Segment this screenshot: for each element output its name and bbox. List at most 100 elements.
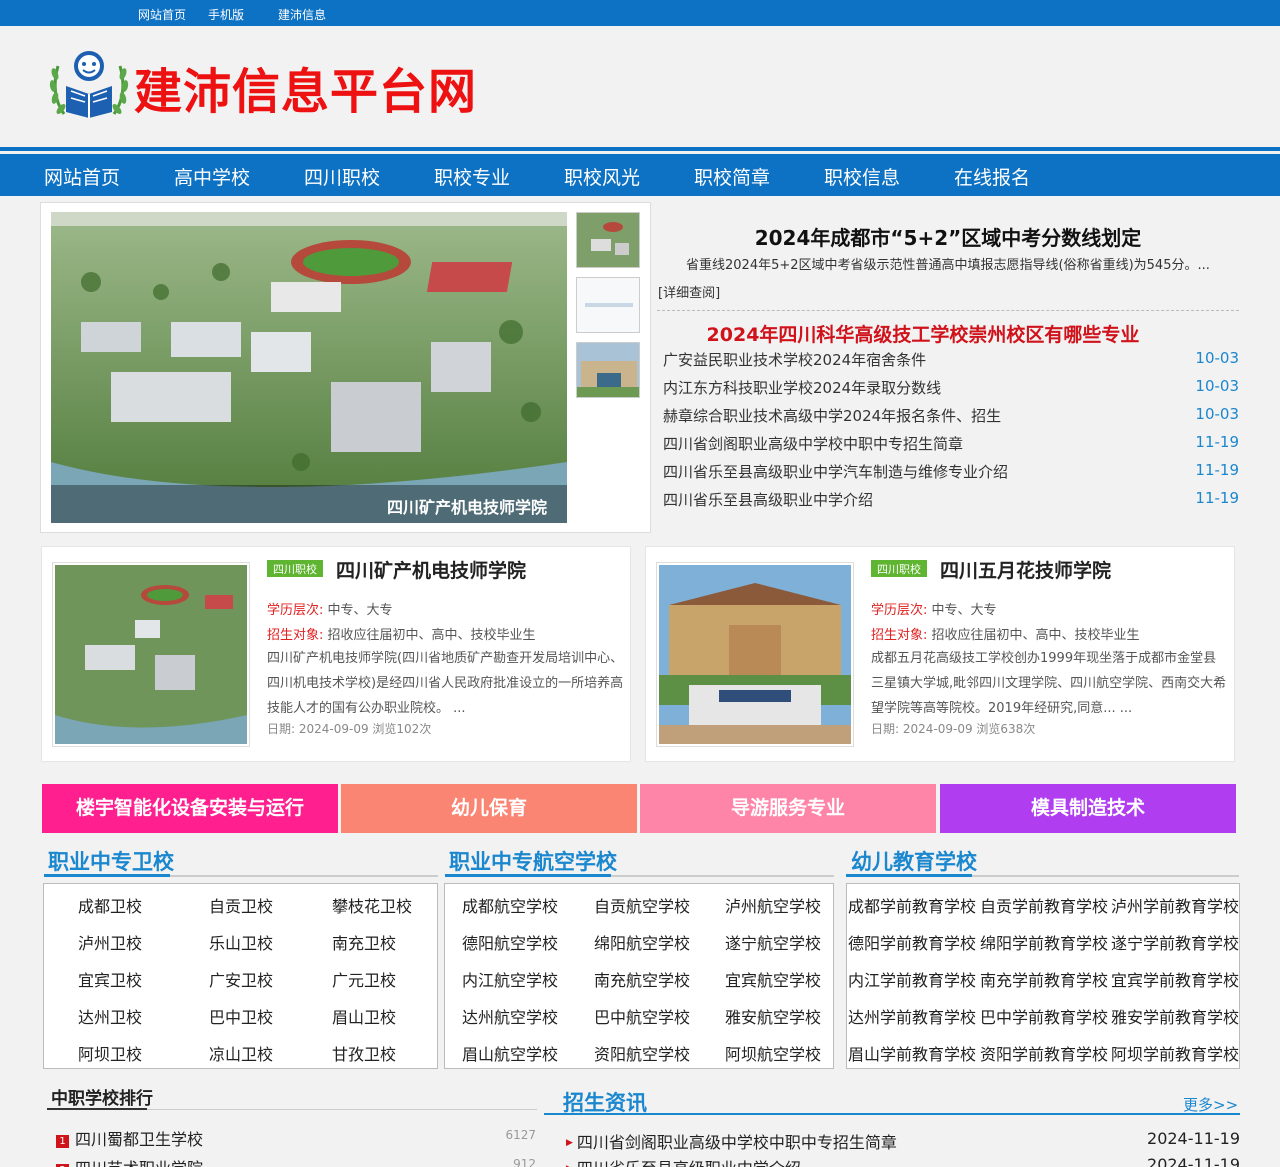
news-title[interactable]: 四川省乐至县高级职业中学汽车制造与维修专业介绍 bbox=[663, 463, 1008, 481]
nav-item-brochure[interactable]: 职校简章 bbox=[694, 163, 770, 190]
major-banner[interactable]: 楼宇智能化设备安装与运行 bbox=[42, 784, 338, 833]
category-tag[interactable]: 四川职校 bbox=[871, 560, 927, 577]
slide-thumb-1[interactable] bbox=[576, 212, 640, 268]
school-link[interactable]: 宜宾航空学校 bbox=[725, 967, 821, 991]
school-link[interactable]: 遂宁航空学校 bbox=[725, 930, 821, 954]
nav-item-home[interactable]: 网站首页 bbox=[44, 163, 120, 190]
school-link[interactable]: 成都卫校 bbox=[78, 893, 142, 917]
school-link[interactable]: 自贡学前教育学校 bbox=[980, 893, 1108, 917]
featured-red-title[interactable]: 2024年四川科华高级技工学校崇州校区有哪些专业 bbox=[657, 320, 1189, 347]
nav-item-apply-online[interactable]: 在线报名 bbox=[954, 163, 1030, 190]
school-link[interactable]: 阿坝卫校 bbox=[78, 1041, 142, 1065]
admission-item-title[interactable]: 四川省剑阁职业高级中学校中职中专招生简章 bbox=[577, 1133, 897, 1152]
top-link-info[interactable]: 建沛信息 bbox=[278, 6, 326, 23]
admission-item[interactable]: ▶四川省乐至县高级职业中学介绍2024-11-19 bbox=[566, 1155, 1240, 1167]
news-item[interactable]: 内江东方科技职业学校2024年录取分数线 10-03 bbox=[663, 377, 1239, 397]
school-link[interactable]: 南充卫校 bbox=[332, 930, 396, 954]
major-banner[interactable]: 幼儿保育 bbox=[341, 784, 637, 833]
ranking-item[interactable]: 2四川艺术职业学院912 bbox=[56, 1155, 536, 1167]
news-item[interactable]: 四川省乐至县高级职业中学介绍 11-19 bbox=[663, 489, 1239, 509]
school-link[interactable]: 泸州学前教育学校 bbox=[1111, 893, 1239, 917]
news-title[interactable]: 内江东方科技职业学校2024年录取分数线 bbox=[663, 379, 941, 397]
school-link[interactable]: 广安卫校 bbox=[209, 967, 273, 991]
news-title[interactable]: 四川省乐至县高级职业中学介绍 bbox=[663, 491, 873, 509]
school-card-title[interactable]: 四川矿产机电技师学院 bbox=[336, 556, 526, 583]
news-item[interactable]: 广安益民职业技术学校2024年宿舍条件 10-03 bbox=[663, 349, 1239, 369]
school-link[interactable]: 德阳航空学校 bbox=[462, 930, 558, 954]
school-link[interactable]: 自贡卫校 bbox=[209, 893, 273, 917]
admission-more-link[interactable]: 更多>> bbox=[1183, 1094, 1238, 1115]
school-link[interactable]: 内江航空学校 bbox=[462, 967, 558, 991]
school-link[interactable]: 自贡航空学校 bbox=[594, 893, 690, 917]
slide-main-image[interactable]: 四川矿产机电技师学院 bbox=[51, 212, 567, 523]
box-title-aviation[interactable]: 职业中专航空学校 bbox=[449, 846, 617, 876]
school-link[interactable]: 泸州航空学校 bbox=[725, 893, 821, 917]
school-link[interactable]: 成都学前教育学校 bbox=[848, 893, 976, 917]
rank-school[interactable]: 四川艺术职业学院 bbox=[75, 1159, 203, 1167]
school-card-title[interactable]: 四川五月花技师学院 bbox=[940, 556, 1111, 583]
school-link[interactable]: 眉山航空学校 bbox=[462, 1041, 558, 1065]
site-name[interactable]: 建沛信息平台网 bbox=[134, 52, 477, 122]
admission-item-title[interactable]: 四川省乐至县高级职业中学介绍 bbox=[577, 1159, 801, 1167]
school-link[interactable]: 宜宾学前教育学校 bbox=[1111, 967, 1239, 991]
school-link[interactable]: 乐山卫校 bbox=[209, 930, 273, 954]
nav-item-info[interactable]: 职校信息 bbox=[824, 163, 900, 190]
major-banner[interactable]: 导游服务专业 bbox=[640, 784, 936, 833]
school-link[interactable]: 雅安航空学校 bbox=[725, 1004, 821, 1028]
school-link[interactable]: 达州卫校 bbox=[78, 1004, 142, 1028]
major-banner[interactable]: 模具制造技术 bbox=[940, 784, 1236, 833]
news-title[interactable]: 四川省剑阁职业高级中学校中职中专招生简章 bbox=[663, 435, 963, 453]
news-item[interactable]: 四川省剑阁职业高级中学校中职中专招生简章 11-19 bbox=[663, 433, 1239, 453]
school-link[interactable]: 广元卫校 bbox=[332, 967, 396, 991]
school-link[interactable]: 资阳学前教育学校 bbox=[980, 1041, 1108, 1065]
box-title-preschool[interactable]: 幼儿教育学校 bbox=[851, 846, 977, 876]
school-link[interactable]: 南充学前教育学校 bbox=[980, 967, 1108, 991]
news-item[interactable]: 四川省乐至县高级职业中学汽车制造与维修专业介绍 11-19 bbox=[663, 461, 1239, 481]
school-link[interactable]: 绵阳学前教育学校 bbox=[980, 930, 1108, 954]
rank-school[interactable]: 四川蜀都卫生学校 bbox=[75, 1130, 203, 1149]
school-link[interactable]: 绵阳航空学校 bbox=[594, 930, 690, 954]
school-link[interactable]: 宜宾卫校 bbox=[78, 967, 142, 991]
top-link-home[interactable]: 网站首页 bbox=[138, 6, 186, 23]
nav-item-sichuan-vocational[interactable]: 四川职校 bbox=[304, 163, 380, 190]
school-link[interactable]: 眉山学前教育学校 bbox=[848, 1041, 976, 1065]
school-link[interactable]: 资阳航空学校 bbox=[594, 1041, 690, 1065]
school-link[interactable]: 凉山卫校 bbox=[209, 1041, 273, 1065]
slide-caption[interactable]: 四川矿产机电技师学院 bbox=[387, 494, 547, 518]
school-link[interactable]: 巴中学前教育学校 bbox=[980, 1004, 1108, 1028]
headline-more-link[interactable]: [详细查阅] bbox=[658, 282, 720, 301]
top-link-mobile[interactable]: 手机版 bbox=[208, 6, 244, 23]
nav-item-scenery[interactable]: 职校风光 bbox=[564, 163, 640, 190]
school-link[interactable]: 泸州卫校 bbox=[78, 930, 142, 954]
school-link[interactable]: 巴中卫校 bbox=[209, 1004, 273, 1028]
school-link[interactable]: 达州航空学校 bbox=[462, 1004, 558, 1028]
school-card-image[interactable] bbox=[52, 562, 250, 747]
school-link[interactable]: 成都航空学校 bbox=[462, 893, 558, 917]
school-link[interactable]: 内江学前教育学校 bbox=[848, 967, 976, 991]
ranking-item[interactable]: 1 四川蜀都卫生学校 6127 bbox=[56, 1126, 536, 1150]
school-link[interactable]: 阿坝航空学校 bbox=[725, 1041, 821, 1065]
school-link[interactable]: 眉山卫校 bbox=[332, 1004, 396, 1028]
school-link[interactable]: 雅安学前教育学校 bbox=[1111, 1004, 1239, 1028]
nav-item-majors[interactable]: 职校专业 bbox=[434, 163, 510, 190]
school-link[interactable]: 甘孜卫校 bbox=[332, 1041, 396, 1065]
admission-item[interactable]: ▶ 四川省剑阁职业高级中学校中职中专招生简章 2024-11-19 bbox=[566, 1129, 1240, 1153]
nav-item-high-school[interactable]: 高中学校 bbox=[174, 163, 250, 190]
school-link[interactable]: 遂宁学前教育学校 bbox=[1111, 930, 1239, 954]
news-item[interactable]: 赫章综合职业技术高级中学2024年报名条件、招生 10-03 bbox=[663, 405, 1239, 425]
slide-thumb-2[interactable] bbox=[576, 277, 640, 333]
school-link[interactable]: 巴中航空学校 bbox=[594, 1004, 690, 1028]
school-link[interactable]: 德阳学前教育学校 bbox=[848, 930, 976, 954]
category-tag[interactable]: 四川职校 bbox=[267, 560, 323, 577]
slide-thumb-3[interactable] bbox=[576, 342, 640, 398]
headline-title[interactable]: 2024年成都市“5+2”区域中考分数线划定 bbox=[657, 222, 1239, 251]
reading-child-laurel-icon[interactable] bbox=[46, 44, 132, 130]
school-link[interactable]: 攀枝花卫校 bbox=[332, 893, 412, 917]
school-link[interactable]: 南充航空学校 bbox=[594, 967, 690, 991]
school-link[interactable]: 达州学前教育学校 bbox=[848, 1004, 976, 1028]
box-title-health[interactable]: 职业中专卫校 bbox=[48, 846, 174, 876]
news-title[interactable]: 广安益民职业技术学校2024年宿舍条件 bbox=[663, 351, 926, 369]
school-card-image[interactable] bbox=[656, 562, 854, 747]
news-title[interactable]: 赫章综合职业技术高级中学2024年报名条件、招生 bbox=[663, 407, 1001, 425]
school-link[interactable]: 阿坝学前教育学校 bbox=[1111, 1041, 1239, 1065]
